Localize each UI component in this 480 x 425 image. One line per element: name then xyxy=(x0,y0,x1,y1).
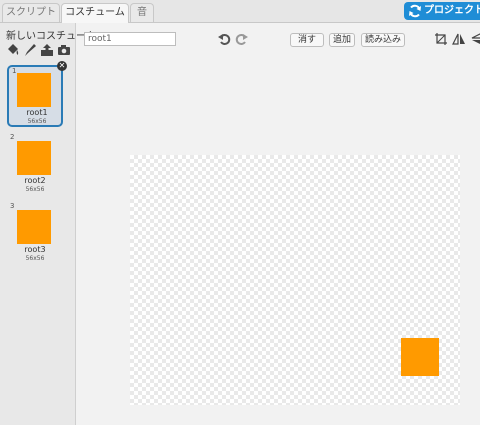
refresh-arrows-icon xyxy=(409,4,421,18)
tab-scripts[interactable]: スクリプト xyxy=(2,3,60,22)
costume-name: root1 xyxy=(26,108,48,117)
costume-size: 56x56 xyxy=(27,118,47,125)
tab-sounds[interactable]: 音 xyxy=(130,3,154,22)
import-button[interactable]: 読み込み xyxy=(361,33,405,47)
paint-fill-icon[interactable] xyxy=(6,43,20,57)
flip-vertical-icon[interactable] xyxy=(470,32,480,46)
costume-item-root2[interactable]: 2 root2 56x56 xyxy=(7,133,63,195)
costume-item-root1[interactable]: 1 root1 56x56 ✕ xyxy=(7,61,67,127)
costume-size: 56x56 xyxy=(25,186,45,193)
brush-icon[interactable] xyxy=(23,43,37,57)
costume-size: 56x56 xyxy=(25,255,45,262)
costume-name: root3 xyxy=(24,245,46,254)
project-page-button[interactable]: プロジェクト xyxy=(404,2,480,20)
costume-shape[interactable] xyxy=(401,338,439,376)
set-costume-center-icon[interactable] xyxy=(434,32,448,46)
costume-number: 3 xyxy=(10,202,15,210)
upload-icon[interactable] xyxy=(40,43,54,57)
costume-thumbnail xyxy=(17,73,51,107)
add-button[interactable]: 追加 xyxy=(329,33,355,47)
tab-bar: スクリプト コスチューム 音 プロジェクト xyxy=(0,0,480,23)
redo-icon[interactable] xyxy=(235,32,249,46)
costume-number: 1 xyxy=(12,67,17,75)
costume-name-input[interactable] xyxy=(84,32,176,46)
paint-canvas[interactable] xyxy=(130,155,460,405)
costume-name: root2 xyxy=(24,176,46,185)
costume-thumbnail xyxy=(17,210,51,244)
costume-number: 2 xyxy=(10,133,15,141)
costume-thumbnail xyxy=(17,141,51,175)
delete-costume-icon[interactable]: ✕ xyxy=(57,61,67,71)
camera-icon[interactable] xyxy=(57,43,71,57)
costume-sidebar: 新しいコスチューム: 1 root1 56x56 ✕ 2 root2 56x56… xyxy=(0,23,99,425)
costume-item-root3[interactable]: 3 root3 56x56 xyxy=(7,202,63,264)
undo-icon[interactable] xyxy=(217,32,231,46)
tab-costumes[interactable]: コスチューム xyxy=(61,3,129,23)
project-page-label: プロジェクト xyxy=(424,5,480,16)
flip-horizontal-icon[interactable] xyxy=(452,32,466,46)
clear-button[interactable]: 消す xyxy=(290,33,324,47)
